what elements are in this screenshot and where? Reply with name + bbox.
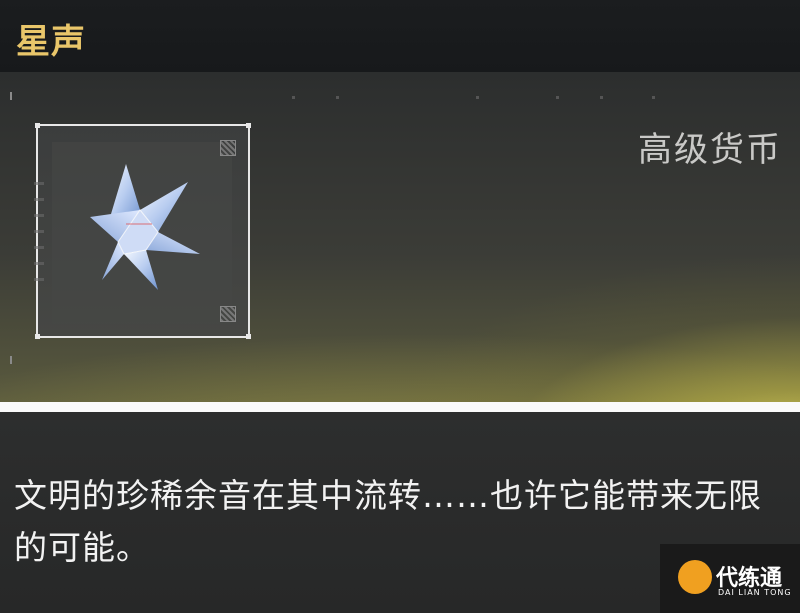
item-category-label: 高级货币 — [638, 130, 782, 170]
dust-mark — [292, 96, 295, 99]
star-crystal-icon — [90, 164, 200, 290]
dust-mark — [600, 96, 603, 99]
dust-mark — [476, 96, 479, 99]
corner-mark-top — [10, 92, 20, 100]
dust-mark — [336, 96, 339, 99]
watermark-sub: DAI LIAN TONG — [718, 588, 792, 597]
dust-mark — [652, 96, 655, 99]
item-name: 星声 — [16, 22, 86, 62]
frame-pattern-mark — [220, 306, 236, 322]
watermark: 代练通 DAI LIAN TONG — [660, 544, 800, 613]
frame-corner-dot — [246, 334, 251, 339]
header-bar: 星声 — [0, 0, 800, 72]
watermark-logo-icon — [678, 560, 712, 594]
frame-corner-dot — [35, 334, 40, 339]
divider-line — [0, 402, 800, 412]
frame-corner-dot — [246, 123, 251, 128]
decorative-vertical-text — [34, 182, 44, 292]
dust-mark — [556, 96, 559, 99]
item-thumbnail-frame — [34, 123, 251, 339]
frame-pattern-mark — [220, 140, 236, 156]
frame-corner-dot — [35, 123, 40, 128]
corner-mark-bottom — [10, 356, 20, 364]
